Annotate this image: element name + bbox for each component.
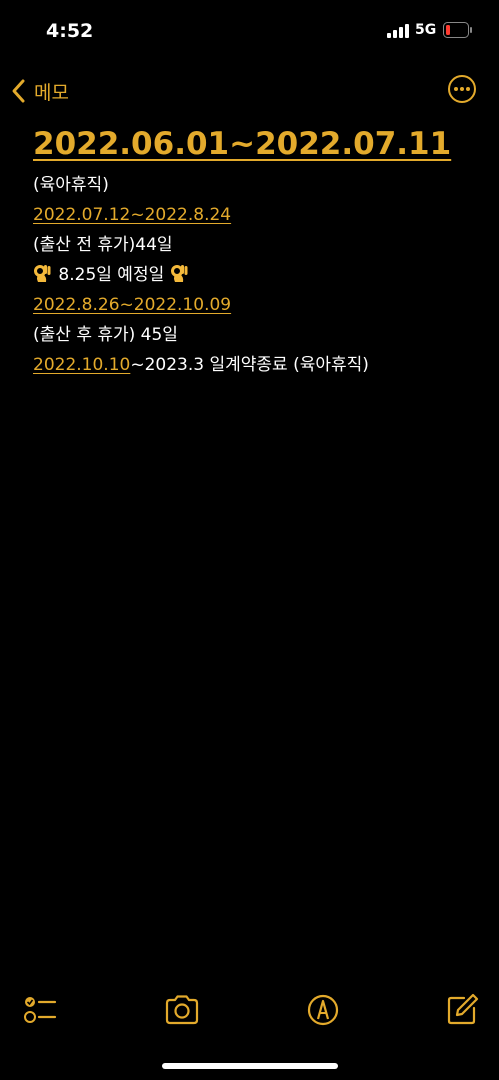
note-text: ~2023.3 일계약종료 (육아휴직) [130,355,369,375]
note-title-link[interactable]: 2022.06.01~2022.07.11 [33,126,473,162]
note-text: (출산 후 휴가) 45일 [33,325,178,345]
network-type: 5G [415,22,437,38]
note-line: (출산 후 휴가) 45일 [33,320,473,350]
markup-pen-icon[interactable] [305,992,341,1028]
back-button[interactable]: 메모 [8,76,69,106]
date-link[interactable]: 2022.10.10 [33,355,130,375]
ok-hand-emoji-icon [170,265,188,282]
compose-icon[interactable] [444,992,480,1028]
status-bar: 4:52 5G [0,0,499,62]
navigation-bar: 메모 [0,68,499,112]
note-line: (육아휴직) [33,170,473,200]
note-text: (출산 전 휴가)44일 [33,235,173,255]
chevron-left-icon [12,79,25,103]
note-line: (출산 전 휴가)44일 [33,230,473,260]
date-range-link[interactable]: 2022.8.26~2022.10.09 [33,295,231,315]
note-line: 8.25일 예정일 [33,260,473,290]
note-line: 2022.8.26~2022.10.09 [33,290,473,320]
bottom-toolbar [0,990,499,1030]
battery-icon [443,22,472,38]
note-text: (육아휴직) [33,175,109,195]
back-label: 메모 [34,81,69,104]
home-indicator[interactable] [162,1063,338,1069]
ellipsis-circle-icon[interactable] [447,74,477,104]
checklist-icon[interactable] [22,992,58,1028]
camera-icon[interactable] [164,992,200,1028]
ok-hand-emoji-icon [34,265,51,282]
note-body[interactable]: 2022.06.01~2022.07.11 (육아휴직) 2022.07.12~… [33,126,473,380]
cellular-signal-icon [387,24,409,38]
note-text: 8.25일 예정일 [58,265,165,285]
note-line: 2022.07.12~2022.8.24 [33,200,473,230]
status-time: 4:52 [46,20,94,42]
date-range-link[interactable]: 2022.07.12~2022.8.24 [33,205,231,225]
note-line: 2022.10.10~2023.3 일계약종료 (육아휴직) [33,350,473,380]
